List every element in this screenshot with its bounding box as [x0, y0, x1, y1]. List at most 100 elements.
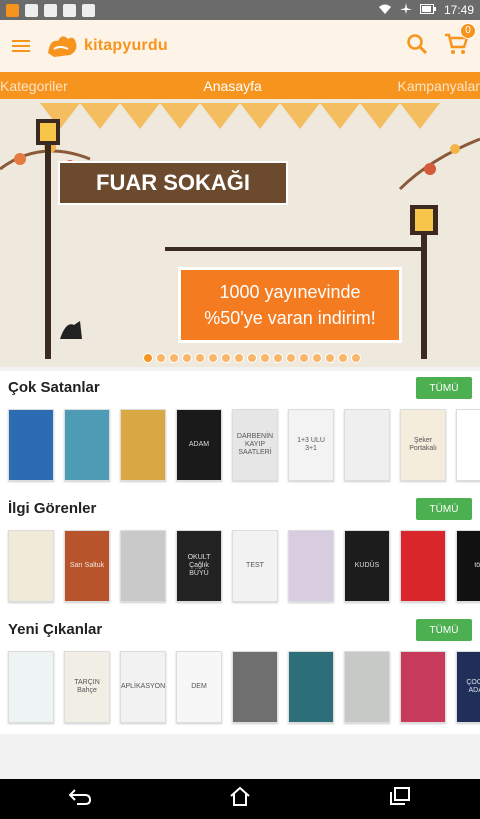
- book-cover[interactable]: [8, 530, 54, 602]
- carousel-dot[interactable]: [351, 353, 361, 363]
- recent-apps-icon[interactable]: [389, 786, 411, 812]
- book-cover[interactable]: [288, 651, 334, 723]
- book-cover-title: APLİKASYON: [120, 683, 166, 691]
- book-cover-title: TEST: [246, 562, 264, 570]
- book-cover[interactable]: DEM: [176, 651, 222, 723]
- book-cover[interactable]: TEST: [232, 530, 278, 602]
- promo-box: 1000 yayınevinde %50'ye varan indirim!: [178, 267, 402, 343]
- section-title: Çok Satanlar: [8, 379, 100, 396]
- system-nav-bar: [0, 779, 480, 819]
- book-cover[interactable]: [400, 530, 446, 602]
- carousel-dot[interactable]: [208, 353, 218, 363]
- notification-icons: [6, 3, 95, 17]
- book-list: Sarı Saltuk OKULT Çağlık BÜYÜ TEST KUDÜS töv: [8, 530, 480, 602]
- book-cover[interactable]: DARBENİN KAYIP SAATLERİ: [232, 409, 278, 481]
- section-title: Yeni Çıkanlar: [8, 621, 103, 638]
- tab-kategoriler[interactable]: Kategoriler: [0, 78, 68, 94]
- book-cover[interactable]: [64, 409, 110, 481]
- book-cover-title: 1+3 ULU 3+1: [297, 437, 325, 452]
- promo-banner[interactable]: FUAR SOKAĞI 1000 yayınevinde %50'ye vara…: [0, 99, 480, 367]
- book-cover-title: töv: [474, 562, 480, 570]
- news-icon: [44, 3, 57, 17]
- mail-icon: [25, 3, 38, 17]
- battery-icon: [419, 3, 436, 17]
- carousel-dot[interactable]: [260, 353, 270, 363]
- cart-count-badge: 0: [460, 22, 476, 39]
- carousel-dot[interactable]: [143, 353, 153, 363]
- book-cover[interactable]: [456, 409, 480, 481]
- logo-text: kitapyurdu: [84, 37, 168, 54]
- book-cover-title: KUDÜS: [354, 562, 380, 570]
- promo-line-2: %50'ye varan indirim!: [204, 308, 376, 328]
- book-cover-title: Şeker Portakalı: [409, 437, 437, 452]
- book-cover-title: ÇOCUK ADASI: [466, 679, 480, 694]
- top-tabs: Kategoriler Anasayfa Kampanyalar: [0, 72, 480, 99]
- carousel-dot[interactable]: [221, 353, 231, 363]
- book-cover[interactable]: töv: [456, 530, 480, 602]
- book-cover-title: OKULT Çağlık BÜYÜ: [187, 554, 211, 577]
- book-cover[interactable]: [120, 530, 166, 602]
- carousel-dot[interactable]: [338, 353, 348, 363]
- back-icon[interactable]: [68, 787, 92, 811]
- section-bestsellers: Çok Satanlar TÜMÜ ADAM DARBENİN KAYIP SAA…: [0, 371, 480, 492]
- book-cover[interactable]: Şeker Portakalı: [400, 409, 446, 481]
- logo-icon: [48, 36, 77, 57]
- carousel-indicators: [143, 353, 361, 363]
- see-all-button[interactable]: TÜMÜ: [416, 619, 472, 641]
- app-notification-icon: [6, 3, 19, 17]
- gallery-icon: [63, 3, 76, 17]
- see-all-button[interactable]: TÜMÜ: [416, 377, 472, 399]
- airplane-icon: [399, 2, 412, 18]
- carousel-dot[interactable]: [195, 353, 205, 363]
- book-cover[interactable]: TARÇIN Bahçe: [64, 651, 110, 723]
- book-cover-title: DEM: [191, 683, 207, 691]
- promo-line-1: 1000 yayınevinde: [219, 282, 361, 302]
- home-icon[interactable]: [229, 786, 251, 812]
- tab-kampanyalar[interactable]: Kampanyalar: [397, 78, 480, 94]
- banner-sign: FUAR SOKAĞI: [58, 161, 288, 205]
- carousel-dot[interactable]: [156, 353, 166, 363]
- carousel-dot[interactable]: [325, 353, 335, 363]
- book-cover[interactable]: [8, 651, 54, 723]
- search-icon[interactable]: [406, 33, 428, 60]
- book-cover[interactable]: [344, 409, 390, 481]
- wifi-icon: [378, 3, 392, 18]
- carousel-dot[interactable]: [169, 353, 179, 363]
- book-cover[interactable]: Sarı Saltuk: [64, 530, 110, 602]
- carousel-dot[interactable]: [299, 353, 309, 363]
- app-bar: kitapyurdu 0: [0, 20, 480, 72]
- book-cover-title: Sarı Saltuk: [69, 562, 105, 570]
- book-cover[interactable]: ÇOCUK ADASI: [456, 651, 480, 723]
- book-list: ADAM DARBENİN KAYIP SAATLERİ 1+3 ULU 3+1 Şe…: [8, 409, 480, 481]
- book-cover[interactable]: OKULT Çağlık BÜYÜ: [176, 530, 222, 602]
- book-cover[interactable]: [232, 651, 278, 723]
- book-cover[interactable]: 1+3 ULU 3+1: [288, 409, 334, 481]
- carousel-dot[interactable]: [273, 353, 283, 363]
- carousel-dot[interactable]: [234, 353, 244, 363]
- tab-anasayfa[interactable]: Anasayfa: [203, 78, 261, 94]
- book-cover[interactable]: [8, 409, 54, 481]
- logo[interactable]: kitapyurdu: [44, 31, 168, 61]
- message-icon: [82, 3, 95, 17]
- book-cover[interactable]: [288, 530, 334, 602]
- status-bar: 17:49: [0, 0, 480, 20]
- section-new-releases: Yeni Çıkanlar TÜMÜ TARÇIN Bahçe APLİKASYO…: [0, 613, 480, 734]
- section-popular: İlgi Görenler TÜMÜ Sarı Saltuk OKULT Çağl…: [0, 492, 480, 613]
- book-cover[interactable]: APLİKASYON: [120, 651, 166, 723]
- menu-icon[interactable]: [12, 40, 30, 52]
- carousel-dot[interactable]: [312, 353, 322, 363]
- book-cover-title: TARÇIN Bahçe: [74, 679, 100, 694]
- carousel-dot[interactable]: [247, 353, 257, 363]
- carousel-dot[interactable]: [286, 353, 296, 363]
- cart-button[interactable]: 0: [444, 22, 476, 60]
- book-cover[interactable]: [400, 651, 446, 723]
- book-cover[interactable]: KUDÜS: [344, 530, 390, 602]
- book-list: TARÇIN Bahçe APLİKASYON DEM ÇOCUK ADASI: [8, 651, 480, 723]
- book-cover-title: DARBENİN KAYIP SAATLERİ: [236, 433, 274, 456]
- book-cover[interactable]: ADAM: [176, 409, 222, 481]
- see-all-button[interactable]: TÜMÜ: [416, 498, 472, 520]
- carousel-dot[interactable]: [182, 353, 192, 363]
- book-cover[interactable]: [120, 409, 166, 481]
- book-cover-title: ADAM: [188, 441, 210, 449]
- book-cover[interactable]: [344, 651, 390, 723]
